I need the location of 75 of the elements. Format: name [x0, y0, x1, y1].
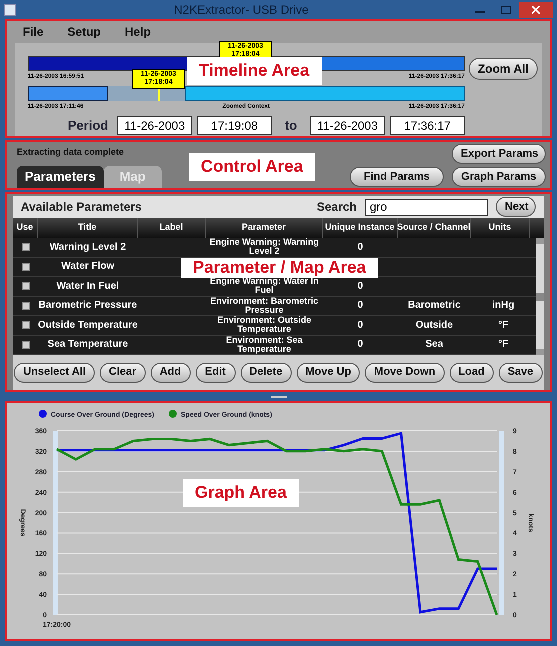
source-cell-text: Outside: [416, 318, 454, 333]
annotation-label: Timeline Area: [187, 57, 322, 84]
maximize-icon[interactable]: [501, 6, 511, 14]
date-time-field[interactable]: 17:19:08: [197, 116, 272, 136]
source-cell-text: Sea: [426, 338, 444, 352]
tab[interactable]: Parameters: [17, 166, 104, 188]
close-button[interactable]: [519, 2, 553, 18]
date-time-field[interactable]: 11-26-2003: [117, 116, 192, 136]
search-field[interactable]: gro: [365, 198, 488, 216]
action-button[interactable]: Delete: [240, 362, 292, 382]
window-title: N2KExtractor- USB Drive: [173, 2, 310, 18]
status-text: Extracting data complete: [17, 146, 126, 159]
instance-cell-text: 0: [358, 280, 364, 294]
period-label: Period: [68, 117, 108, 135]
scrollbar[interactable]: [536, 238, 544, 355]
column-header: Source / Channel: [398, 218, 471, 238]
title-cell-text: Warning Level 2: [50, 240, 126, 255]
panel-title: Available Parameters: [21, 199, 143, 216]
annotation-label: Graph Area: [183, 479, 299, 506]
params-button[interactable]: Graph Params: [452, 167, 546, 187]
action-button[interactable]: Load: [450, 362, 494, 382]
title-cell-text: Water In Fuel: [56, 280, 120, 294]
close-icon: [532, 6, 540, 14]
instance-cell-text: 0: [358, 318, 364, 333]
action-button[interactable]: Save: [498, 362, 543, 382]
action-button[interactable]: Unselect All: [14, 362, 96, 382]
instance-cell-text: 0: [358, 240, 364, 255]
parameter-cell-text: Environment: Outside Temperature: [216, 316, 312, 334]
column-header: Units: [471, 218, 530, 238]
minimize-icon[interactable]: [475, 10, 485, 12]
checkbox[interactable]: [22, 340, 30, 349]
annotation-label: Control Area: [189, 153, 316, 180]
checkbox[interactable]: [22, 302, 30, 310]
checkbox[interactable]: [22, 243, 30, 252]
action-button[interactable]: Add: [150, 362, 191, 382]
title-cell-text: Water Flow: [62, 260, 114, 274]
checkbox[interactable]: [22, 282, 30, 290]
column-header: Label: [138, 218, 206, 238]
column-header: Parameter: [206, 218, 323, 238]
title-cell-text: Outside Temperature: [38, 318, 138, 333]
action-button[interactable]: Edit: [196, 362, 236, 382]
date-time-field[interactable]: 17:36:17: [390, 116, 465, 136]
instance-cell-text: 0: [358, 338, 364, 352]
annotation-label: Parameter / Map Area: [181, 258, 378, 278]
column-header: Use: [13, 218, 38, 238]
action-button[interactable]: Move Up: [296, 362, 360, 382]
action-button[interactable]: Move Down: [365, 362, 445, 382]
app-icon: [4, 4, 16, 16]
parameter-cell-text: Environment: Barometric Pressure: [209, 296, 320, 315]
export-params-button[interactable]: Export Params: [452, 144, 546, 164]
menu-item[interactable]: Setup: [68, 23, 102, 41]
title-cell-text: Barometric Pressure: [38, 299, 138, 314]
zoom-all-button[interactable]: Zoom All: [469, 58, 538, 80]
units-cell-text: inHg: [492, 299, 515, 314]
column-header: Title: [38, 218, 138, 238]
menu-item[interactable]: Help: [125, 23, 152, 41]
checkbox[interactable]: [22, 321, 30, 330]
parameter-cell-text: Engine Warning: Warning Level 2: [208, 238, 320, 256]
splitter-handle[interactable]: [270, 396, 286, 398]
to-label: to: [285, 117, 298, 135]
search-label: Search: [316, 199, 357, 216]
units-cell-text: °F: [498, 338, 509, 352]
parameter-cell-text: Environment: Sea Temperature: [225, 336, 304, 354]
action-button[interactable]: Clear: [100, 362, 146, 382]
checkbox[interactable]: [22, 262, 30, 271]
params-button[interactable]: Find Params: [350, 167, 444, 187]
units-cell-text: °F: [498, 318, 509, 333]
menu-item[interactable]: File: [23, 23, 44, 41]
title-cell-text: Sea Temperature: [48, 338, 128, 352]
instance-cell-text: 0: [358, 299, 364, 314]
source-cell-text: Barometric: [408, 299, 461, 314]
column-header: Unique Instance: [323, 218, 398, 238]
parameter-cell-text: Engine Warning: Water In Fuel: [209, 277, 319, 296]
next-button[interactable]: Next: [496, 197, 536, 217]
date-time-field[interactable]: 11-26-2003: [310, 116, 386, 136]
